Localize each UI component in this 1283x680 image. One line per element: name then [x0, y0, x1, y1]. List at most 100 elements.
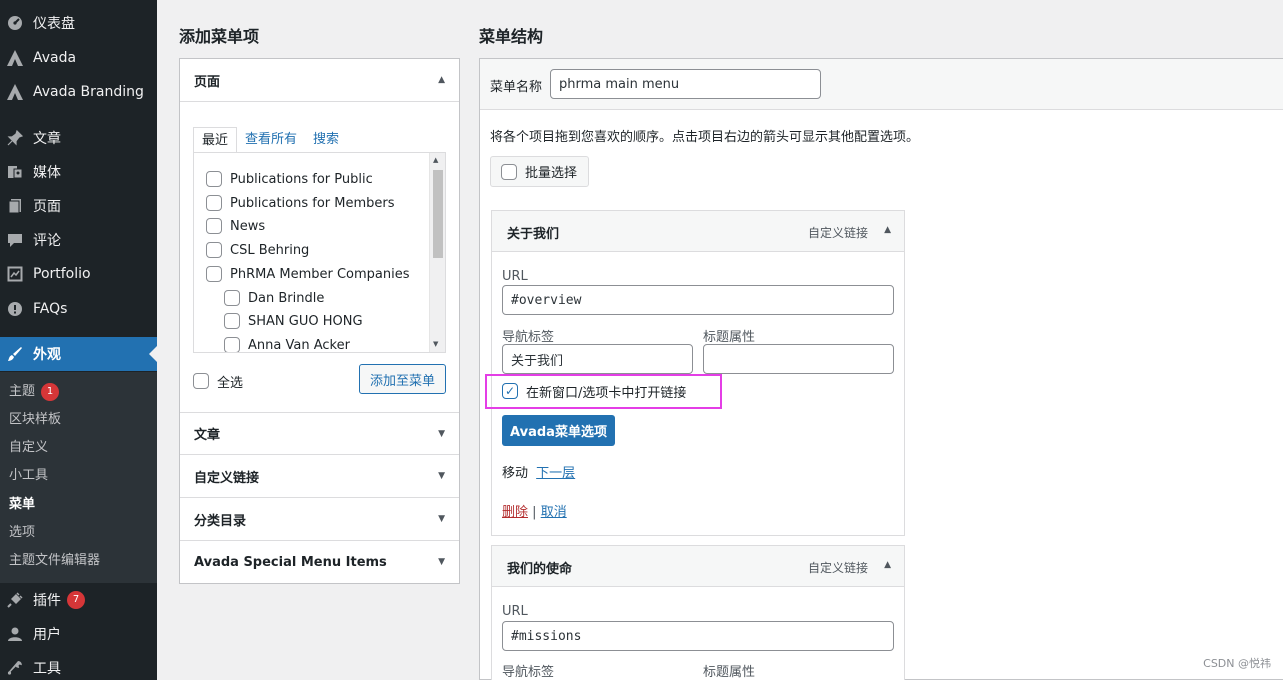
add-menu-items-panel: 页面 ▲ 最近 查看所有 搜索 Publications for Public … — [179, 58, 460, 584]
menu-name-bar: 菜单名称 phrma main menu — [480, 59, 1283, 110]
menu-structure-heading: 菜单结构 — [479, 27, 544, 46]
menu-item-about-us: 关于我们 自定义链接 ▲ URL #overview 导航标签 关于我们 标题属… — [491, 210, 905, 536]
checkbox[interactable] — [224, 337, 240, 352]
url-input[interactable]: #missions — [502, 621, 894, 651]
menu-item-handle[interactable]: 关于我们 自定义链接 ▲ — [492, 211, 904, 252]
sidebar-item-label: 文章 — [33, 131, 61, 147]
checkbox[interactable] — [501, 163, 517, 180]
list-item[interactable]: Publications for Members — [206, 193, 395, 213]
checkbox[interactable] — [206, 171, 222, 187]
title-attribute-label: 标题属性 — [703, 330, 756, 345]
sidebar-item-label: Portfolio — [33, 266, 91, 282]
checkbox[interactable] — [206, 242, 222, 258]
update-count-badge: 1 — [41, 382, 60, 401]
accordion-posts-header[interactable]: 文章 ▼ — [180, 412, 459, 455]
pages-tabs: 最近 查看所有 搜索 — [193, 127, 347, 153]
list-item[interactable]: SHAN GUO HONG — [224, 311, 363, 331]
scroll-thumb[interactable] — [433, 170, 443, 258]
sidebar-item-label: 外观 — [33, 347, 61, 363]
list-item[interactable]: Publications for Public — [206, 169, 373, 189]
list-item[interactable]: Dan Brindle — [224, 288, 324, 308]
submenu-item-label: 菜单 — [9, 497, 36, 512]
expand-arrow-icon[interactable]: ▼ — [438, 471, 445, 481]
collapse-arrow-icon[interactable]: ▲ — [884, 225, 891, 235]
appearance-submenu: 主题 1 区块样板 自定义 小工具 菜单 选项 主题文件编辑器 — [0, 372, 157, 583]
sidebar-item-plugins[interactable]: 插件 7 — [0, 583, 157, 617]
sidebar-item-media[interactable]: 媒体 — [0, 155, 157, 189]
add-to-menu-button[interactable]: 添加至菜单 — [359, 364, 446, 394]
sidebar-item-pages[interactable]: 页面 — [0, 189, 157, 223]
list-item[interactable]: PhRMA Member Companies — [206, 264, 410, 284]
checkbox[interactable] — [193, 373, 209, 389]
menu-name-input[interactable]: phrma main menu — [550, 69, 821, 99]
accordion-avada-special-header[interactable]: Avada Special Menu Items ▼ — [180, 541, 459, 584]
submenu-item-patterns[interactable]: 区块样板 — [9, 410, 61, 430]
tab-search[interactable]: 搜索 — [305, 127, 347, 153]
list-item[interactable]: News — [206, 216, 265, 236]
accordion-categories-header[interactable]: 分类目录 ▼ — [180, 498, 459, 541]
submenu-item-themes[interactable]: 主题 1 — [9, 382, 60, 402]
menu-item-handle[interactable]: 我们的使命 自定义链接 ▲ — [492, 546, 904, 587]
collapse-arrow-icon[interactable]: ▲ — [438, 75, 445, 85]
nav-label-label: 导航标签 — [502, 330, 555, 345]
cancel-link[interactable]: 取消 — [541, 505, 567, 520]
avada-icon — [6, 49, 24, 67]
scroll-up-arrow-icon[interactable]: ▲ — [433, 156, 438, 164]
submenu-item-widgets[interactable]: 小工具 — [9, 466, 48, 486]
sidebar-item-users[interactable]: 用户 — [0, 617, 157, 651]
sidebar-item-faqs[interactable]: FAQs — [0, 292, 157, 326]
avada-menu-options-button[interactable]: Avada菜单选项 — [502, 415, 615, 446]
media-icon — [6, 163, 24, 181]
checkbox[interactable] — [206, 195, 222, 211]
url-input[interactable]: #overview — [502, 285, 894, 315]
expand-arrow-icon[interactable]: ▼ — [438, 514, 445, 524]
checkbox[interactable] — [224, 313, 240, 329]
drag-instructions: 将各个项目拖到您喜欢的顺序。点击项目右边的箭头可显示其他配置选项。 — [490, 130, 920, 145]
checkbox[interactable] — [206, 218, 222, 234]
list-item-label: CSL Behring — [230, 242, 310, 258]
sidebar-item-posts[interactable]: 文章 — [0, 121, 157, 155]
list-scrollbar[interactable]: ▲ ▼ — [429, 153, 445, 352]
tab-view-all[interactable]: 查看所有 — [237, 127, 305, 153]
pages-checklist[interactable]: Publications for Public Publications for… — [193, 152, 446, 353]
item-actions: 删除 | 取消 — [502, 501, 567, 520]
submenu-item-label: 主题 — [9, 384, 36, 399]
sidebar-item-appearance[interactable]: 外观 — [0, 337, 157, 371]
accordion-pages-header[interactable]: 页面 ▲ — [180, 59, 459, 102]
tab-recent[interactable]: 最近 — [193, 127, 238, 153]
sidebar-item-tools[interactable]: 工具 — [0, 651, 157, 680]
scroll-down-arrow-icon[interactable]: ▼ — [433, 340, 438, 348]
sidebar-item-label: Avada — [33, 50, 77, 66]
submenu-item-label: 小工具 — [9, 468, 49, 483]
action-separator: | — [532, 505, 537, 520]
avada-icon — [6, 83, 24, 101]
list-item[interactable]: CSL Behring — [206, 240, 309, 260]
wrench-icon — [6, 659, 24, 677]
sidebar-item-avada-branding[interactable]: Avada Branding — [0, 75, 157, 109]
menu-structure-panel: 菜单名称 phrma main menu 将各个项目拖到您喜欢的顺序。点击项目右… — [479, 58, 1283, 680]
sidebar-item-label: 媒体 — [33, 165, 61, 181]
expand-arrow-icon[interactable]: ▼ — [438, 429, 445, 439]
sidebar-item-avada[interactable]: Avada — [0, 41, 157, 75]
move-down-one-level-link[interactable]: 下一层 — [536, 466, 575, 481]
submenu-item-options[interactable]: 选项 — [9, 523, 35, 543]
submenu-item-theme-file-editor[interactable]: 主题文件编辑器 — [9, 551, 100, 571]
checkbox[interactable] — [224, 290, 240, 306]
checkbox[interactable] — [206, 266, 222, 282]
url-label: URL — [502, 604, 528, 619]
delete-item-link[interactable]: 删除 — [502, 505, 528, 520]
submenu-item-customize[interactable]: 自定义 — [9, 438, 48, 458]
sidebar-item-portfolio[interactable]: Portfolio — [0, 257, 157, 291]
sidebar-item-comments[interactable]: 评论 — [0, 223, 157, 257]
expand-arrow-icon[interactable]: ▼ — [438, 557, 445, 567]
submenu-item-menus[interactable]: 菜单 — [9, 495, 35, 515]
menu-name-label: 菜单名称 — [490, 80, 543, 95]
collapse-arrow-icon[interactable]: ▲ — [884, 560, 891, 570]
bulk-select-button[interactable]: 批量选择 — [490, 156, 589, 187]
accordion-custom-links-header[interactable]: 自定义链接 ▼ — [180, 455, 459, 498]
nav-label-input[interactable]: 关于我们 — [502, 344, 693, 374]
select-all-checkbox[interactable]: 全选 — [193, 371, 243, 391]
title-attribute-input[interactable] — [703, 344, 894, 374]
list-item[interactable]: Anna Van Acker — [224, 335, 350, 352]
sidebar-item-dashboard[interactable]: 仪表盘 — [0, 6, 157, 40]
